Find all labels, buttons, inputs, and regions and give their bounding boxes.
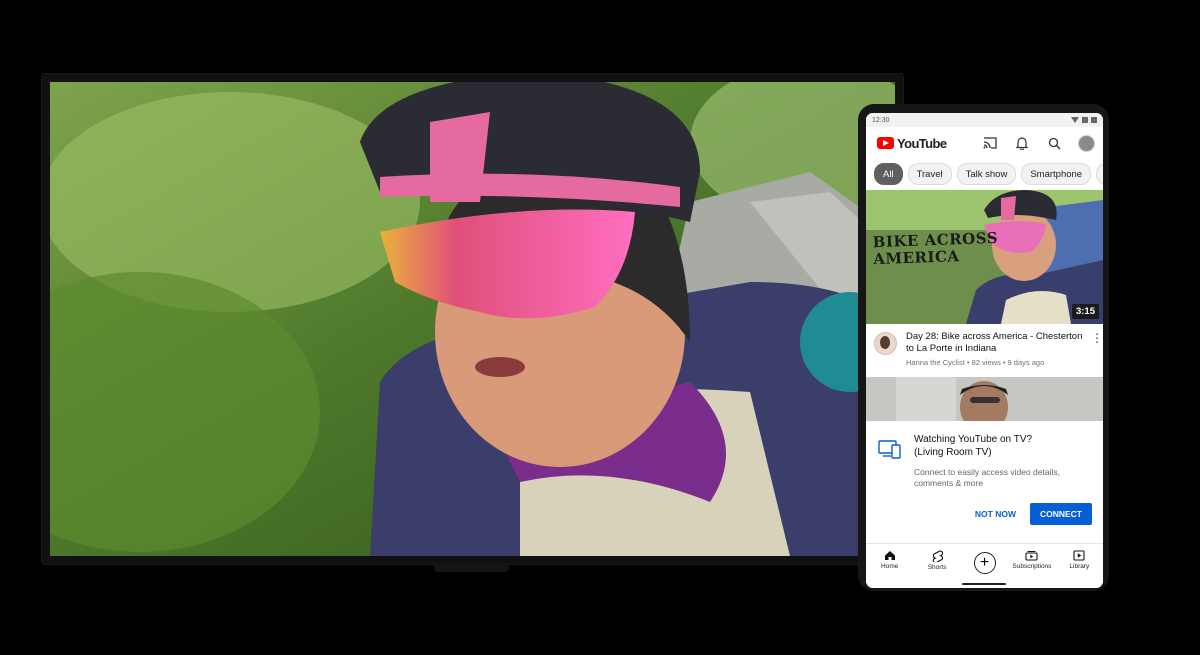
tv-video-frame[interactable] [50, 82, 895, 556]
phone-device: 12:30 YouTube All Travel Talk show Smart… [858, 104, 1109, 591]
app-header: YouTube [866, 127, 1103, 159]
card-description: Connect to easily access video details, … [914, 467, 1060, 488]
cyclist-video-image [50, 82, 895, 556]
tv-phone-icon [878, 439, 902, 489]
card-title-line2: (Living Room TV) [914, 447, 992, 458]
video-metadata: Day 28: Bike across America - Chesterton… [866, 324, 1103, 377]
phone-screen: 12:30 YouTube All Travel Talk show Smart… [866, 113, 1103, 588]
search-icon[interactable] [1043, 132, 1065, 154]
signal-icon [1082, 117, 1088, 123]
library-icon [1073, 550, 1085, 561]
status-bar: 12:30 [866, 113, 1103, 127]
video-title[interactable]: Day 28: Bike across America - Chesterton… [906, 331, 1091, 355]
not-now-button[interactable]: NOT NOW [971, 503, 1020, 525]
account-avatar[interactable] [1075, 132, 1097, 154]
chip-partial[interactable]: Ar [1096, 163, 1103, 185]
battery-icon [1091, 117, 1097, 123]
connect-tv-card: Watching YouTube on TV? (Living Room TV)… [866, 421, 1103, 533]
status-time: 12:30 [872, 116, 890, 124]
avatar-icon [1077, 134, 1095, 152]
nav-library[interactable]: Library [1056, 544, 1103, 588]
nav-library-label: Library [1069, 563, 1090, 570]
wifi-icon [1071, 117, 1079, 123]
next-thumbnail-image [866, 377, 1103, 421]
youtube-logo[interactable]: YouTube [877, 135, 947, 151]
status-icons [1071, 117, 1097, 123]
youtube-play-icon [877, 137, 894, 149]
nav-home-label: Home [881, 563, 899, 570]
video-duration: 3:15 [1071, 304, 1099, 319]
chip-all[interactable]: All [874, 163, 903, 185]
nav-shorts[interactable]: Shorts [913, 544, 960, 588]
more-options-icon[interactable]: ⋮ [1091, 332, 1103, 377]
video-thumbnail[interactable]: BIKE ACROSS AMERICA 3:15 [866, 190, 1103, 324]
connect-button[interactable]: CONNECT [1029, 503, 1092, 525]
nav-create[interactable]: + [961, 544, 1008, 588]
thumbnail-title-text: BIKE ACROSS AMERICA [872, 229, 998, 268]
cast-icon[interactable] [979, 132, 1001, 154]
home-indicator [962, 583, 1006, 585]
nav-shorts-label: Shorts [927, 564, 947, 571]
category-chips: All Travel Talk show Smartphone Ar [866, 159, 1103, 189]
nav-subscriptions[interactable]: Subscriptions [1008, 544, 1055, 588]
chip-talk-show[interactable]: Talk show [956, 163, 1017, 185]
chip-travel[interactable]: Travel [907, 163, 952, 185]
nav-home[interactable]: Home [866, 544, 913, 588]
tv-display [42, 74, 903, 564]
bell-icon[interactable] [1011, 132, 1033, 154]
home-icon [884, 551, 895, 560]
tv-stand [434, 563, 509, 572]
nav-subscriptions-label: Subscriptions [1012, 563, 1052, 570]
next-video-thumbnail[interactable] [866, 377, 1103, 421]
video-channel-meta: Hanna the Cyclist • 82 views • 9 days ag… [906, 358, 1045, 367]
card-title-line1: Watching YouTube on TV? [914, 434, 1033, 445]
bottom-navigation: Home Shorts + Subscriptions Library [866, 543, 1103, 588]
logo-text: YouTube [897, 135, 947, 151]
subscriptions-icon [1025, 551, 1038, 561]
chip-smartphone[interactable]: Smartphone [1021, 163, 1092, 185]
shorts-icon [932, 550, 943, 562]
create-icon: + [973, 552, 996, 574]
channel-avatar[interactable] [874, 332, 897, 355]
